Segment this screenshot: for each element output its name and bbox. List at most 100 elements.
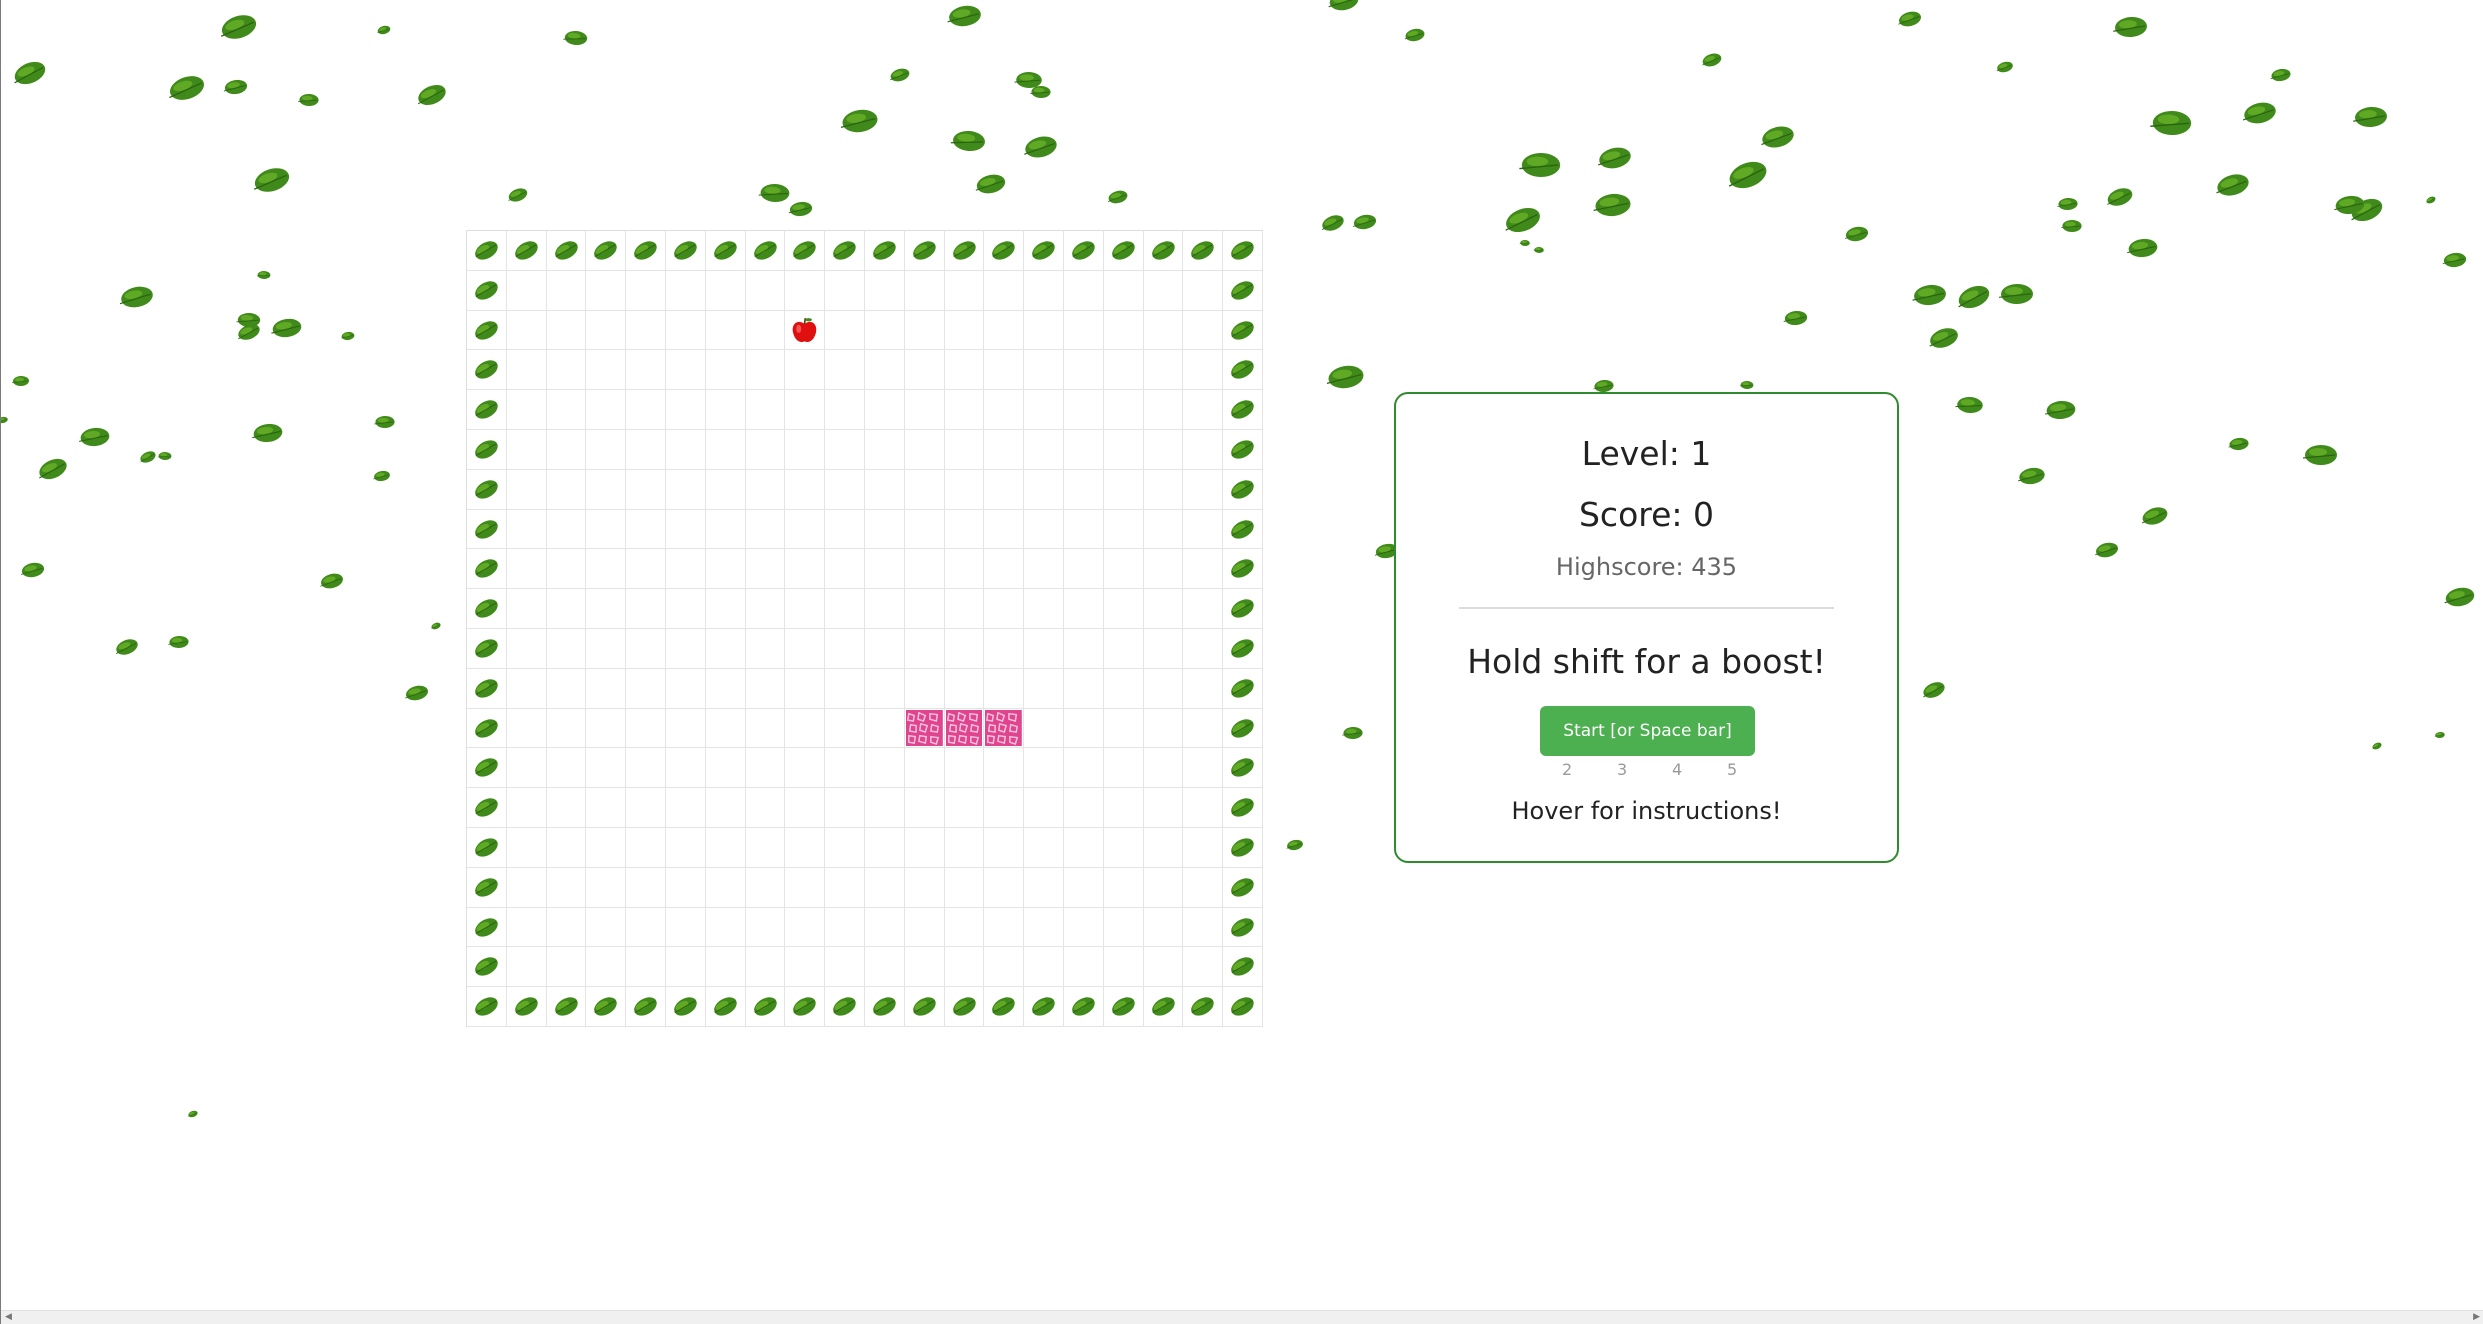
grid-cell	[904, 947, 945, 988]
leaf-icon	[1106, 233, 1141, 268]
level-option-4[interactable]: 4	[1672, 760, 1682, 779]
grid-cell	[984, 390, 1025, 430]
wall-cell	[467, 628, 507, 669]
grid-cell	[1183, 947, 1224, 988]
grid-cell	[705, 907, 746, 948]
level-option-3[interactable]: 3	[1617, 760, 1627, 779]
leaf-icon	[1185, 233, 1220, 268]
leaf-icon	[469, 830, 504, 865]
wall-cell	[904, 987, 945, 1027]
scroll-left-icon[interactable]: ◀	[5, 1312, 12, 1322]
falling-leaf-icon	[140, 451, 156, 463]
grid-cell	[1183, 310, 1224, 351]
grid-cell	[984, 549, 1025, 590]
start-button[interactable]: Start [or Space bar]	[1540, 706, 1755, 756]
leaf-icon	[469, 273, 504, 308]
grid-cell	[745, 310, 786, 351]
wall-cell	[864, 231, 905, 271]
leaf-icon	[867, 989, 902, 1024]
wall-cell	[705, 231, 746, 271]
grid-cell	[665, 429, 706, 470]
level-option-5[interactable]: 5	[1727, 760, 1737, 779]
grid-cell	[745, 589, 786, 629]
falling-leaf-icon	[2216, 174, 2249, 196]
grid-cell	[745, 668, 786, 709]
instructions-hover-target[interactable]: Hover for instructions!	[1396, 797, 1897, 825]
falling-leaf-icon	[1286, 839, 1303, 851]
grid-cell	[1063, 628, 1104, 669]
grid-cell	[1024, 907, 1064, 948]
leaf-icon	[469, 671, 504, 706]
horizontal-scrollbar[interactable]: ◀ ▶	[1, 1310, 2483, 1324]
grid-cell	[785, 549, 826, 590]
falling-leaf-icon	[1533, 246, 1544, 254]
grid-cell	[1143, 708, 1184, 749]
grid-cell	[785, 509, 826, 550]
grid-cell	[1063, 350, 1104, 391]
leaf-icon	[708, 989, 743, 1024]
falling-leaf-icon	[2372, 742, 2382, 750]
leaf-icon	[1225, 591, 1260, 626]
grid-cell	[1063, 469, 1104, 510]
grid-cell	[705, 748, 746, 789]
wall-cell	[626, 987, 666, 1027]
grid-cell	[1063, 947, 1104, 988]
grid-cell	[785, 748, 826, 789]
grid-cell	[1183, 788, 1224, 828]
wall-cell	[665, 231, 706, 271]
falling-leaf-icon	[1958, 285, 1990, 309]
falling-leaf-icon	[1519, 239, 1530, 247]
falling-leaf-icon	[1996, 61, 2013, 73]
wall-cell	[467, 549, 507, 590]
boost-hint: Hold shift for a boost!	[1467, 642, 1826, 681]
falling-leaf-icon	[340, 331, 355, 341]
wall-cell	[1223, 987, 1263, 1027]
grid-cell	[904, 748, 945, 789]
wall-cell	[467, 748, 507, 789]
wall-cell	[1223, 827, 1263, 868]
leaf-icon	[1225, 313, 1260, 348]
falling-leaf-icon	[271, 318, 302, 338]
leaf-icon	[628, 989, 663, 1024]
grid-cell	[785, 907, 826, 948]
grid-cell	[626, 947, 666, 988]
scroll-right-icon[interactable]: ▶	[2473, 1312, 2480, 1322]
grid-cell	[546, 947, 587, 988]
falling-leaf-icon	[2426, 196, 2436, 204]
grid-cell	[785, 867, 826, 908]
falling-leaf-icon	[169, 76, 205, 100]
grid-cell	[626, 668, 666, 709]
falling-leaf-icon	[508, 188, 528, 202]
grid-cell	[745, 270, 786, 311]
grid-cell	[546, 509, 587, 550]
grid-cell	[705, 429, 746, 470]
grid-cell	[506, 350, 547, 391]
grid-cell	[904, 628, 945, 669]
grid-cell	[546, 867, 587, 908]
grid-cell	[984, 907, 1025, 948]
wall-cell	[1024, 231, 1064, 271]
falling-leaf-icon	[2228, 437, 2249, 451]
wall-cell	[1063, 231, 1104, 271]
falling-leaf-icon	[1844, 226, 1869, 242]
leaf-icon	[1185, 989, 1220, 1024]
leaf-icon	[469, 392, 504, 427]
leaf-icon	[787, 989, 822, 1024]
grid-cell	[1183, 549, 1224, 590]
wall-cell	[785, 231, 826, 271]
grid-cell	[1143, 827, 1184, 868]
level-option-2[interactable]: 2	[1562, 760, 1572, 779]
grid-cell	[586, 390, 627, 430]
falling-leaf-icon	[2270, 68, 2291, 82]
grid-cell	[626, 549, 666, 590]
grid-cell	[1103, 270, 1144, 311]
falling-leaf-icon	[2444, 587, 2475, 607]
grid-cell	[1063, 429, 1104, 470]
game-board[interactable]	[466, 230, 1263, 1027]
grid-cell	[586, 947, 627, 988]
grid-cell	[1063, 708, 1104, 749]
leaf-icon	[1066, 989, 1101, 1024]
grid-cell	[1063, 310, 1104, 351]
falling-leaf-icon	[2302, 445, 2337, 465]
grid-cell	[506, 947, 547, 988]
